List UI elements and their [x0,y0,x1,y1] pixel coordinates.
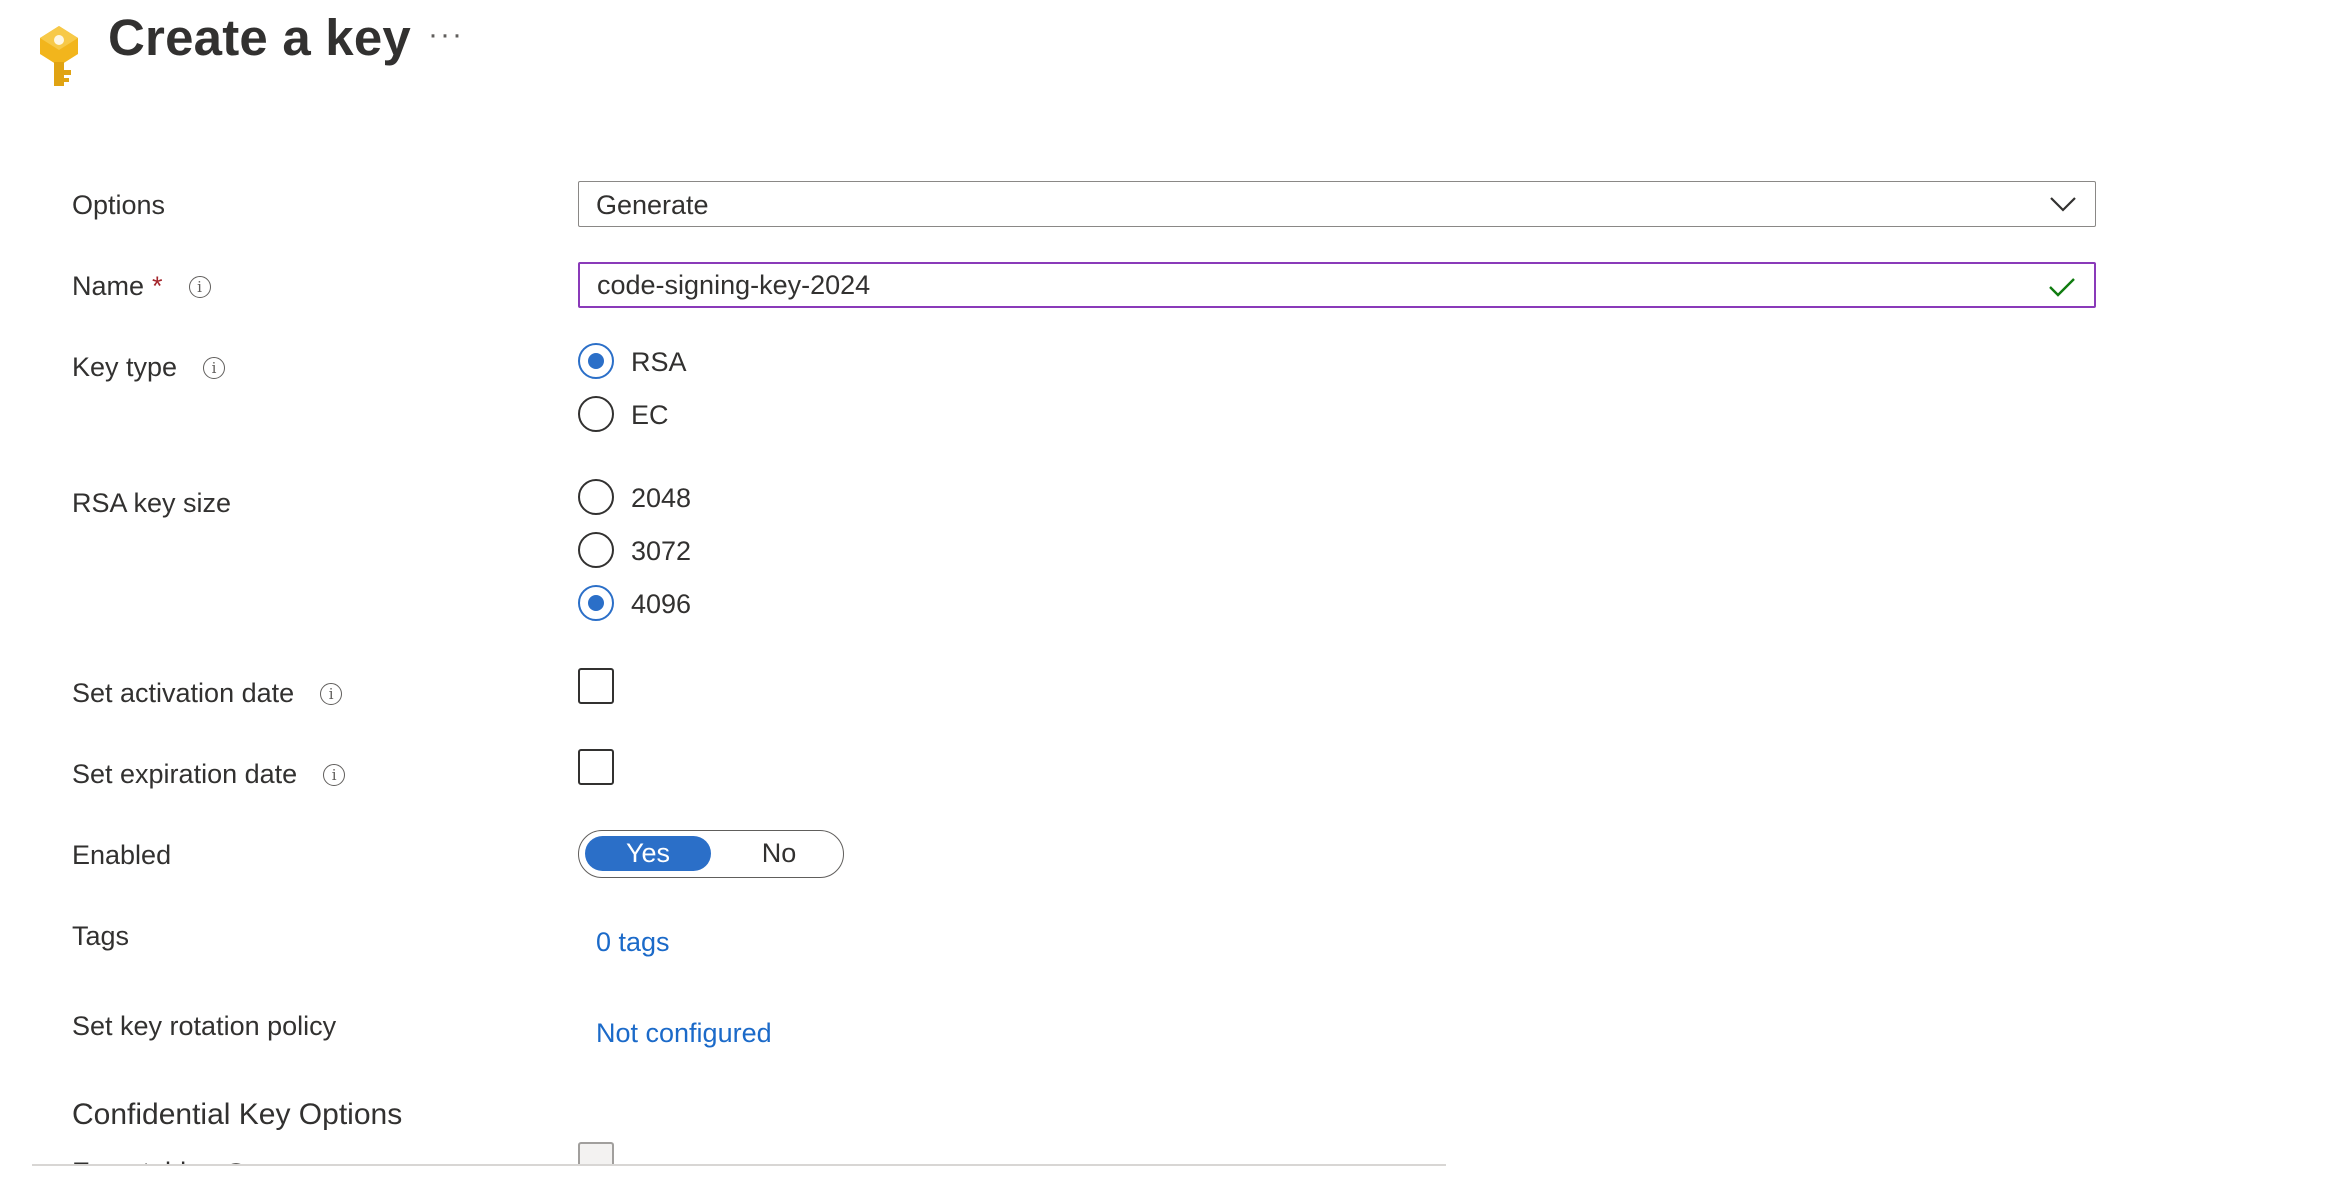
exportable-checkbox[interactable] [578,1142,614,1166]
radio-4096[interactable] [578,585,614,621]
name-input-value: code-signing-key-2024 [597,270,871,300]
options-label: Options [72,190,165,221]
rotation-policy-label: Set key rotation policy [72,1011,336,1042]
rsa-key-size-label: RSA key size [72,488,231,519]
enabled-label-text: Enabled [72,840,172,870]
key-icon [34,24,84,88]
radio-ec-label: EC [631,400,669,430]
options-dropdown[interactable]: Generate [578,181,2096,227]
radio-3072-label: 3072 [631,536,692,566]
info-icon[interactable]: i [320,682,343,705]
enabled-label: Enabled [72,840,171,871]
radio-rsa-label: RSA [631,347,687,377]
activation-date-checkbox[interactable] [578,668,614,704]
panel-bottom-divider [32,1164,1446,1166]
radio-rsa[interactable] [578,343,614,379]
tags-label: Tags [72,921,129,952]
radio-ec[interactable] [578,396,614,432]
enabled-no-option[interactable]: No [729,836,829,871]
info-icon[interactable]: i [188,275,211,298]
activation-date-label: Set activation date i [72,678,343,709]
info-icon[interactable]: i [203,356,226,379]
expiration-date-label: Set expiration date i [72,759,346,790]
name-input[interactable]: code-signing-key-2024 [578,262,2096,308]
enabled-toggle[interactable]: Yes No [578,830,844,878]
more-options-button[interactable]: ··· [428,18,464,52]
info-icon[interactable]: i [323,763,346,786]
rsa-key-size-label-text: RSA key size [72,488,232,518]
name-label-text: Name [72,271,145,301]
radio-4096-label: 4096 [631,589,692,619]
enabled-yes-option[interactable]: Yes [585,836,711,871]
rotation-policy-label-text: Set key rotation policy [72,1011,337,1041]
name-label: Name * i [72,271,211,302]
checkmark-icon [2049,278,2075,297]
radio-3072[interactable] [578,532,614,568]
expiration-date-label-text: Set expiration date [72,759,298,789]
activation-date-label-text: Set activation date [72,678,295,708]
radio-2048-label: 2048 [631,483,692,513]
tags-label-text: Tags [72,921,130,951]
rotation-policy-link[interactable]: Not configured [596,1018,772,1049]
chevron-down-icon [2050,197,2076,212]
tags-link[interactable]: 0 tags [596,927,670,958]
required-asterisk: * [152,271,163,301]
page-title: Create a key [108,9,411,66]
radio-2048[interactable] [578,479,614,515]
key-type-label-text: Key type [72,352,178,382]
options-label-text: Options [72,190,166,220]
key-type-label: Key type i [72,352,226,383]
expiration-date-checkbox[interactable] [578,749,614,785]
options-selected-value: Generate [596,190,709,220]
confidential-key-options-heading: Confidential Key Options [72,1098,403,1131]
